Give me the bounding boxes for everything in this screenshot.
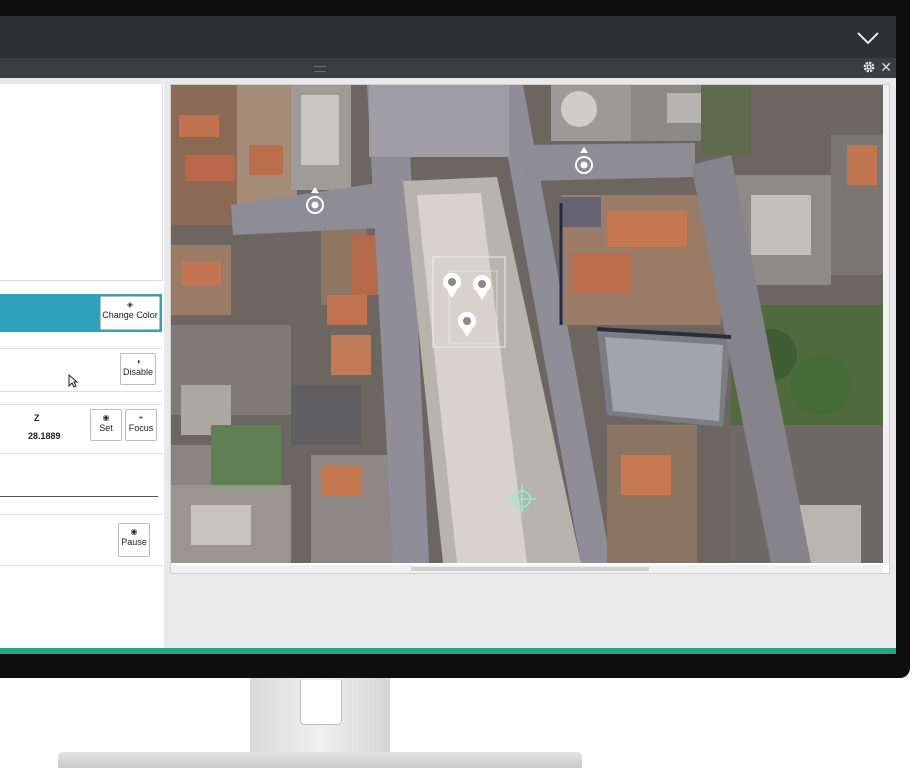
color-row: ◈ Change Color: [0, 294, 162, 332]
close-icon[interactable]: ✕: [880, 59, 892, 75]
properties-panel: ◈ Change Color ◑ Disable Z 28.1889 ◉ Set: [0, 84, 164, 648]
z-value: 28.1889: [28, 431, 61, 441]
pause-label: Pause: [121, 537, 147, 547]
set-button[interactable]: ◉ Set: [90, 409, 122, 441]
focus-label: Focus: [128, 423, 154, 433]
mouse-cursor-icon: [68, 374, 78, 388]
panel-header-bar: ✕: [0, 58, 896, 78]
map-viewport[interactable]: [170, 84, 890, 574]
monitor-stand-base: [58, 752, 582, 768]
chevron-down-icon[interactable]: [856, 30, 880, 46]
disable-button[interactable]: ◑ Disable: [120, 353, 156, 385]
preview-card: [0, 84, 163, 281]
change-color-label: Change Color: [102, 310, 158, 320]
monitor-bezel: ✕ ◈ Change Color ◑ Disable Z 28.1889 ◉ S…: [0, 0, 910, 678]
focus-button[interactable]: ⌖ Focus: [125, 409, 157, 441]
horizontal-scrollbar[interactable]: [171, 565, 883, 573]
section-divider: [0, 496, 158, 497]
z-column-header: Z: [34, 413, 40, 423]
focus-icon: ⌖: [138, 413, 144, 422]
pause-button[interactable]: ◉ Pause: [118, 523, 150, 557]
title-bar: [0, 16, 896, 58]
aerial-map[interactable]: [171, 85, 883, 563]
monitor-stand-cutout: [300, 680, 342, 725]
gear-icon[interactable]: [862, 60, 876, 74]
status-bar: [0, 648, 896, 654]
toggle-icon: ◑: [135, 357, 141, 366]
position-row: Z 28.1889 ◉ Set ⌖ Focus: [0, 404, 162, 454]
color-fill-icon: ◈: [126, 300, 134, 309]
app-window: ✕ ◈ Change Color ◑ Disable Z 28.1889 ◉ S…: [0, 16, 896, 654]
vertical-scrollbar[interactable]: [883, 85, 889, 563]
enable-row: ◑ Disable: [0, 348, 162, 392]
playback-row: ◉ Pause: [0, 514, 162, 566]
disable-label: Disable: [122, 367, 153, 377]
set-icon: ◉: [102, 413, 110, 422]
drag-handle[interactable]: [314, 66, 326, 72]
pause-icon: ◉: [130, 527, 138, 536]
set-label: Set: [99, 423, 113, 433]
change-color-button[interactable]: ◈ Change Color: [100, 296, 160, 330]
scrollbar-thumb[interactable]: [411, 567, 649, 571]
